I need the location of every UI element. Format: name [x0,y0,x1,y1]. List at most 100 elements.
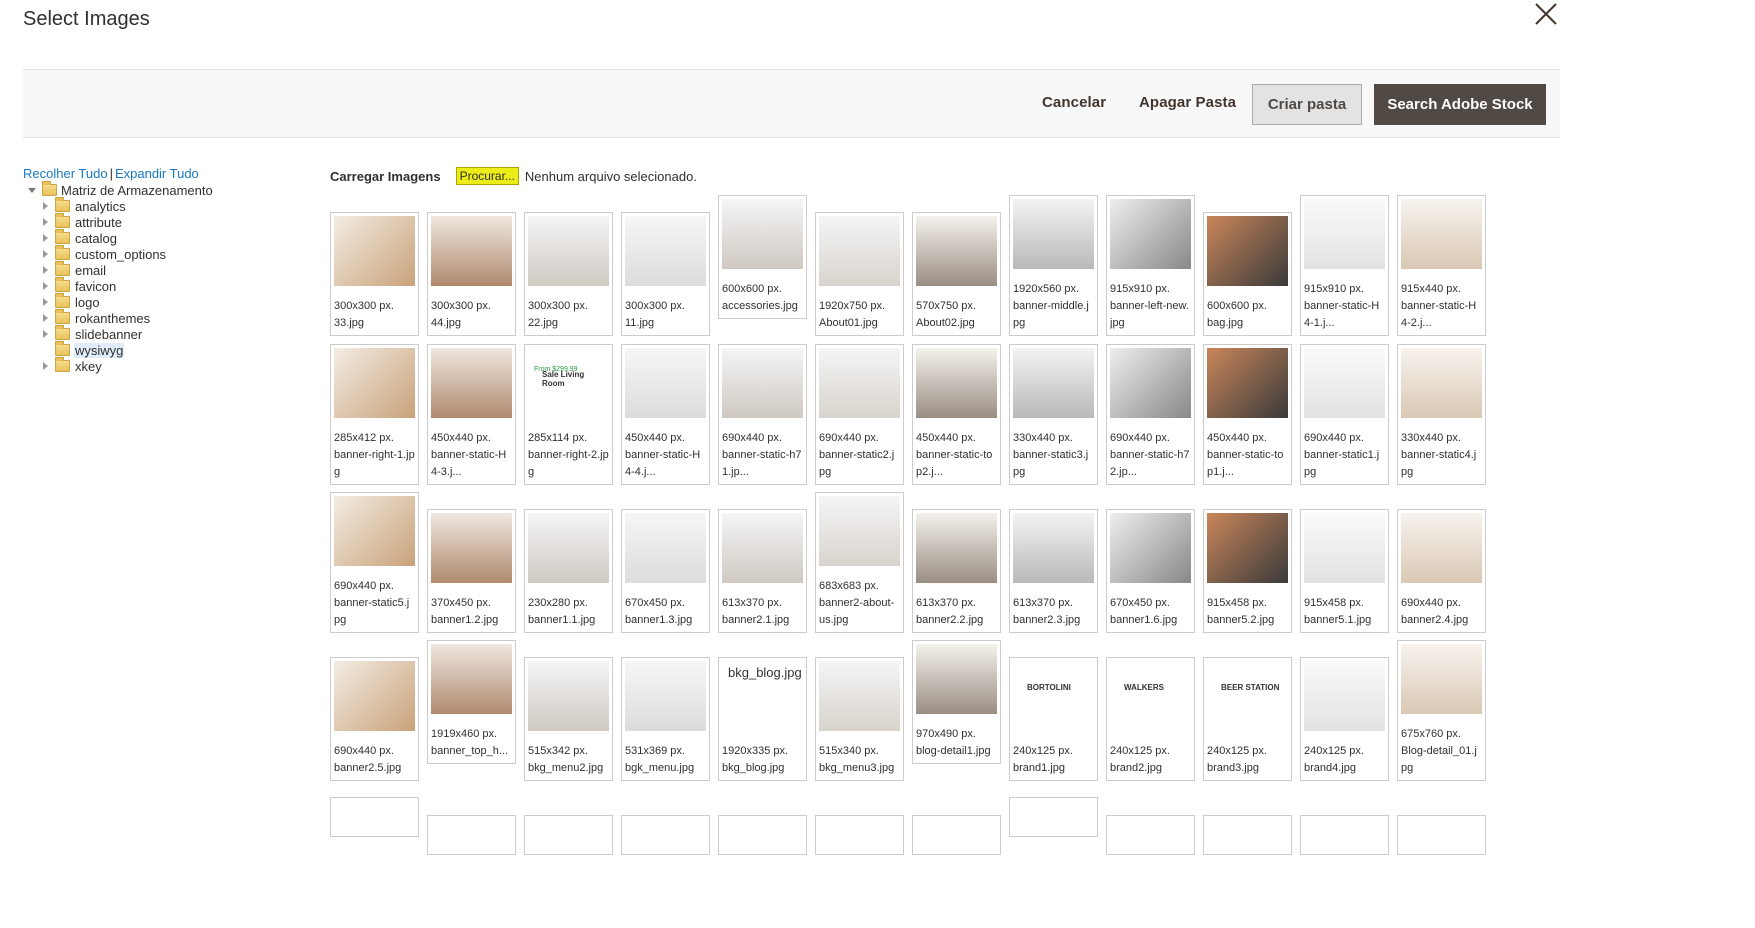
image-tile[interactable] [1009,797,1098,837]
collapse-all-link[interactable]: Recolher Tudo [23,166,108,181]
image-tile[interactable]: 531x369 px. bgk_menu.jpg [621,657,710,781]
image-tile[interactable]: 240x125 px. brand4.jpg [1300,657,1389,781]
image-tile[interactable]: 1920x750 px. About01.jpg [815,212,904,336]
image-tile[interactable]: 450x440 px. banner-static-top1.j... [1203,344,1292,485]
expand-arrow-icon[interactable] [43,202,48,210]
image-tile[interactable]: 515x342 px. bkg_menu2.jpg [524,657,613,781]
image-tile[interactable]: 915x910 px. banner-left-new.jpg [1106,195,1195,336]
image-tile[interactable]: 690x440 px. banner-static5.jpg [330,492,419,633]
tree-folder-favicon[interactable]: favicon [43,277,117,294]
expand-arrow-icon[interactable] [43,234,48,242]
image-tile[interactable] [815,815,904,855]
close-icon[interactable] [1530,2,1562,34]
expand-all-link[interactable]: Expandir Tudo [115,166,199,181]
image-tile[interactable]: 450x440 px. banner-static-H4-3.j... [427,344,516,485]
image-tile[interactable]: 670x450 px. banner1.3.jpg [621,509,710,633]
tree-folder-xkey[interactable]: xkey [43,357,103,374]
image-tile[interactable] [524,815,613,855]
image-tile[interactable] [718,815,807,855]
tree-folder-attribute[interactable]: attribute [43,213,123,230]
image-tile[interactable]: 613x370 px. banner2.2.jpg [912,509,1001,633]
expand-arrow-icon[interactable] [43,330,48,338]
delete-folder-button[interactable]: Apagar Pasta [1139,94,1236,111]
tree-folder-custom-options[interactable]: custom_options [43,245,167,262]
expand-arrow-icon[interactable] [43,282,48,290]
image-tile[interactable]: 450x440 px. banner-static-H4-4.j... [621,344,710,485]
expanded-arrow-icon[interactable] [28,187,36,193]
image-tile[interactable]: WALKERS 240x125 px. brand2.jpg [1106,657,1195,781]
image-thumbnail [334,496,415,566]
expand-arrow-icon[interactable] [43,218,48,226]
cancel-button[interactable]: Cancelar [1042,94,1106,111]
tree-folder-catalog[interactable]: catalog [43,229,118,246]
expand-arrow-icon[interactable] [43,298,48,306]
expand-arrow-icon[interactable] [43,266,48,274]
image-filename: banner-static-H4-3.j... [431,449,507,478]
modal-toolbar: Cancelar Apagar Pasta Criar pasta Search… [23,69,1560,138]
image-tile[interactable]: Sale Living Room From $299.99 285x114 px. b… [524,344,613,485]
image-tile[interactable] [330,797,419,837]
image-tile[interactable]: 300x300 px. 33.jpg [330,212,419,336]
image-tile[interactable]: 570x750 px. About02.jpg [912,212,1001,336]
image-tile[interactable]: 230x280 px. banner1.1.jpg [524,509,613,633]
expand-arrow-icon[interactable] [43,314,48,322]
tree-folder-wysiwyg[interactable]: wysiwyg [55,341,125,358]
image-tile[interactable]: 675x760 px. Blog-detail_01.jpg [1397,640,1486,781]
image-tile[interactable]: 450x440 px. banner-static-top2.j... [912,344,1001,485]
tree-root-label: Matriz de Armazenamento [61,182,213,198]
image-tile[interactable]: 690x440 px. banner-static-h72.jp... [1106,344,1195,485]
image-tile[interactable]: 600x600 px. bag.jpg [1203,212,1292,336]
image-tile[interactable]: 300x300 px. 44.jpg [427,212,516,336]
image-dimensions: 450x440 px. [1207,432,1267,444]
image-tile[interactable]: 690x440 px. banner-static1.jpg [1300,344,1389,485]
tree-folder-analytics[interactable]: analytics [43,197,127,214]
image-dimensions: 690x440 px. [334,745,394,757]
image-tile[interactable]: 690x440 px. banner2.4.jpg [1397,509,1486,633]
image-tile[interactable]: 690x440 px. banner2.5.jpg [330,657,419,781]
search-adobe-stock-button[interactable]: Search Adobe Stock [1374,84,1546,125]
tree-folder-email[interactable]: email [43,261,107,278]
image-tile[interactable]: 285x412 px. banner-right-1.jpg [330,344,419,485]
image-tile[interactable]: 300x300 px. 11.jpg [621,212,710,336]
image-tile[interactable]: 613x370 px. banner2.3.jpg [1009,509,1098,633]
image-tile[interactable]: 300x300 px. 22.jpg [524,212,613,336]
image-tile[interactable] [1203,815,1292,855]
image-tile[interactable]: 683x683 px. banner2-about-us.jpg [815,492,904,633]
image-tile[interactable]: 1920x560 px. banner-middle.jpg [1009,195,1098,336]
image-tile[interactable]: 613x370 px. banner2.1.jpg [718,509,807,633]
tree-folder-logo[interactable]: logo [43,293,101,310]
image-tile[interactable] [1106,815,1195,855]
tree-root[interactable]: Matriz de Armazenamento [28,181,213,198]
image-tile[interactable]: BEER STATION 240x125 px. brand3.jpg [1203,657,1292,781]
image-filename: banner1.3.jpg [625,614,693,626]
image-tile[interactable]: 515x340 px. bkg_menu3.jpg [815,657,904,781]
image-tile[interactable]: bkg_blog.jpg 1920x335 px. bkg_blog.jpg [718,657,807,781]
image-tile[interactable]: BORTOLINI 240x125 px. brand1.jpg [1009,657,1098,781]
image-tile[interactable]: 915x910 px. banner-static-H4-1.j... [1300,195,1389,336]
image-tile[interactable] [1300,815,1389,855]
image-tile[interactable]: 670x450 px. banner1.6.jpg [1106,509,1195,633]
image-dimensions: 675x760 px. [1401,728,1461,740]
image-tile[interactable]: 915x458 px. banner5.2.jpg [1203,509,1292,633]
tree-folder-rokanthemes[interactable]: rokanthemes [43,309,151,326]
image-tile[interactable] [1397,815,1486,855]
create-folder-button[interactable]: Criar pasta [1252,84,1362,125]
image-tile[interactable]: 690x440 px. banner-static2.jpg [815,344,904,485]
image-tile[interactable]: 370x450 px. banner1.2.jpg [427,509,516,633]
image-tile[interactable]: 330x440 px. banner-static3.jpg [1009,344,1098,485]
image-thumbnail: BEER STATION [1207,661,1288,731]
image-tile[interactable]: 1919x460 px. banner_top_h... [427,640,516,764]
tree-folder-slidebanner[interactable]: slidebanner [43,325,143,342]
image-tile[interactable]: 915x440 px. banner-static-H4-2.j... [1397,195,1486,336]
image-tile[interactable] [912,815,1001,855]
expand-arrow-icon[interactable] [43,250,48,258]
image-tile[interactable]: 690x440 px. banner-static-h71.jp... [718,344,807,485]
image-tile[interactable]: 915x458 px. banner5.1.jpg [1300,509,1389,633]
image-tile[interactable] [621,815,710,855]
image-tile[interactable]: 970x490 px. blog-detail1.jpg [912,640,1001,764]
expand-arrow-icon[interactable] [43,362,48,370]
image-tile[interactable]: 600x600 px. accessories.jpg [718,195,807,319]
image-tile[interactable]: 330x440 px. banner-static4.jpg [1397,344,1486,485]
image-tile[interactable] [427,815,516,855]
browse-button[interactable]: Procurar... [455,167,519,185]
